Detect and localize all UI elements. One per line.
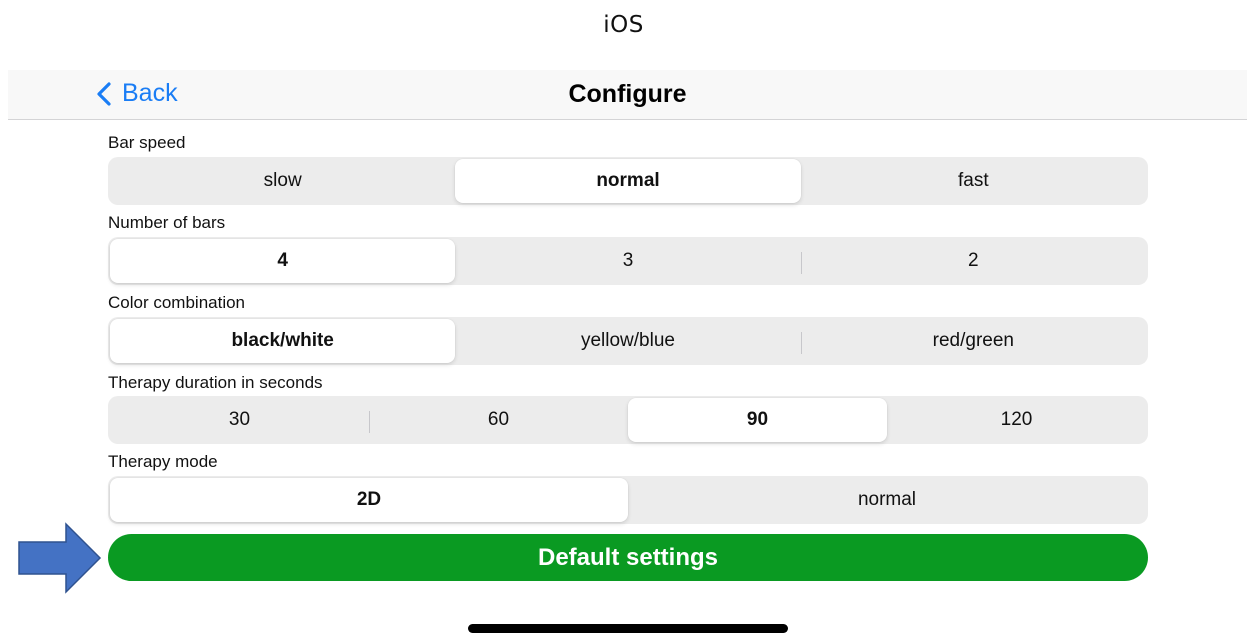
bar-speed-option-normal[interactable]: normal [455, 159, 801, 203]
therapy-mode-segmented-control: 2D normal [108, 476, 1148, 524]
home-indicator[interactable] [468, 624, 788, 633]
therapy-mode-option-2d[interactable]: 2D [110, 478, 628, 522]
bar-speed-option-slow[interactable]: slow [110, 159, 455, 203]
bar-speed-segmented-control: slow normal fast [108, 157, 1148, 205]
color-option-yellow-blue[interactable]: yellow/blue [455, 319, 800, 363]
navigation-bar: Back Configure [8, 70, 1247, 120]
duration-option-60[interactable]: 60 [369, 398, 628, 442]
duration-option-90[interactable]: 90 [628, 398, 887, 442]
bar-speed-option-fast[interactable]: fast [801, 159, 1146, 203]
color-combination-segmented-control: black/white yellow/blue red/green [108, 317, 1148, 365]
therapy-duration-label: Therapy duration in seconds [108, 373, 323, 392]
pointer-arrow-icon [18, 522, 102, 594]
duration-option-120[interactable]: 120 [887, 398, 1146, 442]
number-of-bars-segmented-control: 4 3 2 [108, 237, 1148, 285]
bar-speed-label: Bar speed [108, 133, 186, 152]
number-of-bars-option-4[interactable]: 4 [110, 239, 456, 283]
number-of-bars-label: Number of bars [108, 213, 226, 232]
default-settings-button[interactable]: Default settings [108, 534, 1148, 581]
number-of-bars-option-3[interactable]: 3 [455, 239, 800, 283]
duration-option-30[interactable]: 30 [110, 398, 369, 442]
therapy-duration-segmented-control: 30 60 90 120 [108, 396, 1148, 444]
color-option-red-green[interactable]: red/green [800, 319, 1146, 363]
back-button[interactable]: Back [96, 79, 178, 108]
therapy-mode-option-normal[interactable]: normal [628, 478, 1146, 522]
back-label: Back [122, 79, 178, 107]
screenshot-caption: iOS [603, 12, 644, 38]
number-of-bars-option-2[interactable]: 2 [800, 239, 1146, 283]
color-option-black-white[interactable]: black/white [110, 319, 456, 363]
color-combination-label: Color combination [108, 293, 246, 312]
therapy-mode-label: Therapy mode [108, 452, 218, 471]
chevron-left-icon [97, 81, 111, 106]
page-title: Configure [568, 80, 687, 108]
